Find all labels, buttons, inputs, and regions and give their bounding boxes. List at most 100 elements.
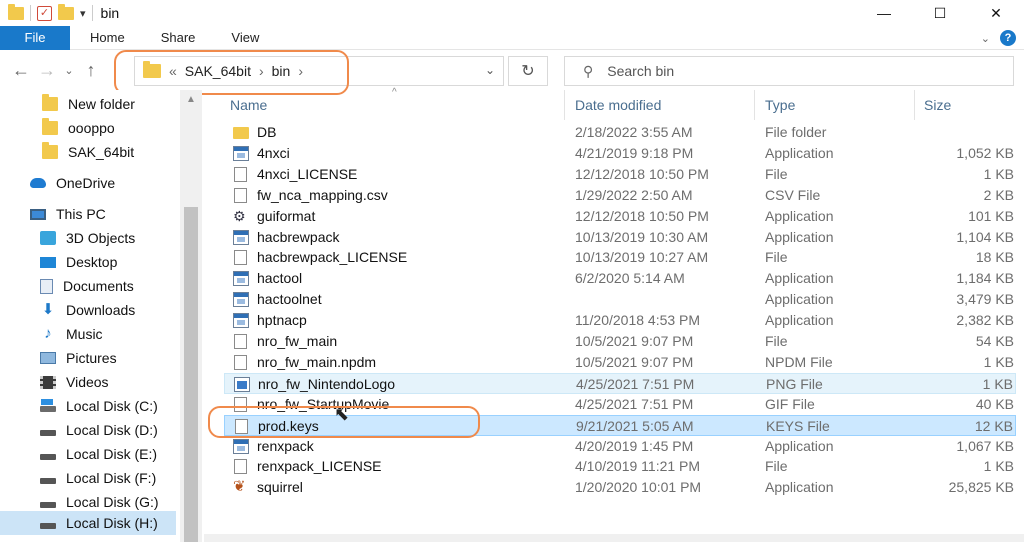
file-date-modified: 4/20/2019 1:45 PM [575,437,694,454]
scroll-up-icon[interactable]: ▲ [180,94,202,105]
disk-icon [40,502,56,508]
minimize-button[interactable]: — [856,0,912,26]
sidebar-item-onedrive[interactable]: OneDrive [30,171,115,195]
sidebar-item-local-disk-d[interactable]: Local Disk (D:) [40,418,158,442]
sidebar-item-local-disk-h[interactable]: Local Disk (H:) [0,511,176,535]
sidebar-item-new-folder[interactable]: New folder [42,92,135,116]
sidebar-item-label: Local Disk (E:) [66,446,158,462]
file-row[interactable]: 4nxci 4/21/2019 9:18 PM Application 1,052 K… [224,143,1016,164]
column-divider[interactable] [754,90,755,120]
file-name: hactoolnet [257,291,322,308]
onedrive-icon [30,178,46,188]
file-row[interactable]: renxpack_LICENSE 4/10/2019 11:21 PM File 1 … [224,456,1016,477]
file-row[interactable]: hactool 6/2/2020 5:14 AM Application 1,184 … [224,268,1016,289]
column-header-type[interactable]: Type [765,97,795,113]
column-header-size[interactable]: Size [924,97,951,113]
sidebar-item-oooppo[interactable]: oooppo [42,116,115,140]
sidebar-item-label: SAK_64bit [68,144,135,160]
file-type: Application [765,291,834,308]
file-name: nro_fw_main.npdm [257,353,377,370]
expand-ribbon-icon[interactable]: ⌄ [981,32,990,45]
sidebar-item-label: Downloads [66,302,136,318]
file-size: 1 KB [983,353,1014,370]
file-size: 1,184 KB [956,270,1014,287]
file-row[interactable]: ❦ squirrel 1/20/2020 10:01 PM Application 25… [224,477,1016,498]
file-row[interactable]: nro_fw_main 10/5/2021 9:07 PM File 54 KB [224,331,1016,352]
navigation-pane-scrollbar[interactable]: ▲ [180,90,202,542]
file-size: 40 KB [975,395,1014,412]
sort-ascending-icon: ^ [392,87,397,98]
file-row[interactable]: ⚙ guiformat 12/12/2018 10:50 PM Application… [224,206,1016,227]
search-input[interactable]: ⚲ Search bin [564,56,1014,86]
tab-file[interactable]: File [0,25,70,50]
sidebar-item-music[interactable]: ♪ Music [40,322,102,346]
sidebar-item-local-disk-f[interactable]: Local Disk (F:) [40,466,156,490]
file-type: PNG File [766,375,823,392]
sidebar-item-label: Local Disk (D:) [66,422,158,438]
file-date-modified: 10/5/2021 9:07 PM [575,333,694,349]
sidebar-item-downloads[interactable]: ⬇ Downloads [40,298,136,322]
sidebar-item-local-disk-c[interactable]: Local Disk (C:) [40,394,158,418]
properties-icon[interactable]: ✓ [37,5,52,21]
file-type: Application [765,479,834,496]
disk-icon [40,478,56,484]
refresh-button[interactable]: ↻ [508,56,548,86]
ribbon-right: ⌄ ? [981,30,1016,46]
address-dropdown-icon[interactable]: ⌄ [485,63,495,77]
file-row[interactable]: 4nxci_LICENSE 12/12/2018 10:50 PM File 1 KB [224,164,1016,185]
column-divider[interactable] [914,90,915,120]
file-icon [234,166,247,182]
file-row[interactable]: DB 2/18/2022 3:55 AM File folder [224,122,1016,143]
file-date-modified: 4/10/2019 11:21 PM [575,458,701,475]
file-name: hactool [257,270,303,287]
navigation-pane: New folder oooppo SAK_64bit OneDrive Thi… [0,90,180,542]
new-folder-icon[interactable] [58,3,74,20]
sidebar-item-videos[interactable]: Videos [40,370,109,394]
up-arrow-icon[interactable]: ↑ [78,60,104,81]
sidebar-item-documents[interactable]: Documents [40,274,134,298]
tab-share[interactable]: Share [143,26,214,50]
horizontal-scrollbar[interactable] [204,534,1024,542]
tab-view[interactable]: View [213,26,277,50]
customize-toolbar-icon[interactable]: ▾ [80,7,86,20]
sidebar-item-sak64bit[interactable]: SAK_64bit [42,140,134,164]
file-type: File folder [765,124,827,140]
file-row[interactable]: nro_fw_NintendoLogo 4/25/2021 7:51 PM PNG … [224,372,1016,394]
file-row[interactable]: hacbrewpack 10/13/2019 10:30 AM Applicatio… [224,227,1016,248]
toolbar-divider [30,5,31,21]
help-icon[interactable]: ? [1000,30,1016,46]
file-row[interactable]: renxpack 4/20/2019 1:45 PM Application 1,06… [224,436,1016,457]
tab-home[interactable]: Home [70,26,143,50]
file-icon [234,334,247,349]
sidebar-item-local-disk-e[interactable]: Local Disk (E:) [40,442,157,466]
window-controls: — ☐ ✕ [856,0,1024,26]
sidebar-item-label: Local Disk (G:) [66,494,159,510]
sidebar-item-pictures[interactable]: Pictures [40,346,117,370]
column-header-name[interactable]: Name [230,97,267,113]
file-size: 1,052 KB [956,144,1014,161]
column-header-date[interactable]: Date modified [575,97,661,113]
forward-arrow-icon[interactable]: → [34,60,60,81]
file-icon [234,354,247,370]
file-type: File [765,165,788,182]
maximize-button[interactable]: ☐ [912,0,968,26]
file-row[interactable]: fw_nca_mapping.csv 1/29/2022 2:50 AM CSV F… [224,185,1016,206]
back-arrow-icon[interactable]: ← [8,60,34,81]
file-row[interactable]: nro_fw_main.npdm 10/5/2021 9:07 PM NPDM Fi… [224,352,1016,373]
file-row[interactable]: hptnacp 11/20/2018 4:53 PM Application 2,38… [224,310,1016,331]
sidebar-item-this-pc[interactable]: This PC [30,202,106,226]
sidebar-item-3d-objects[interactable]: 3D Objects [40,226,135,250]
file-size: 12 KB [974,417,1013,434]
sidebar-item-desktop[interactable]: Desktop [40,250,117,274]
file-name: renxpack [257,437,314,454]
column-divider[interactable] [564,90,565,120]
recent-locations-icon[interactable]: ⌄ [60,64,78,77]
file-row[interactable]: hacbrewpack_LICENSE 10/13/2019 10:27 AM Fi… [224,247,1016,268]
file-date-modified: 12/12/2018 10:50 PM [575,165,709,182]
file-row[interactable]: hactoolnet Application 3,479 KB [224,289,1016,310]
scrollbar-thumb[interactable] [184,207,198,542]
sidebar-item-label: Desktop [66,254,118,270]
application-icon [233,438,249,454]
close-button[interactable]: ✕ [968,0,1024,26]
file-date-modified: 11/20/2018 4:53 PM [575,312,701,329]
